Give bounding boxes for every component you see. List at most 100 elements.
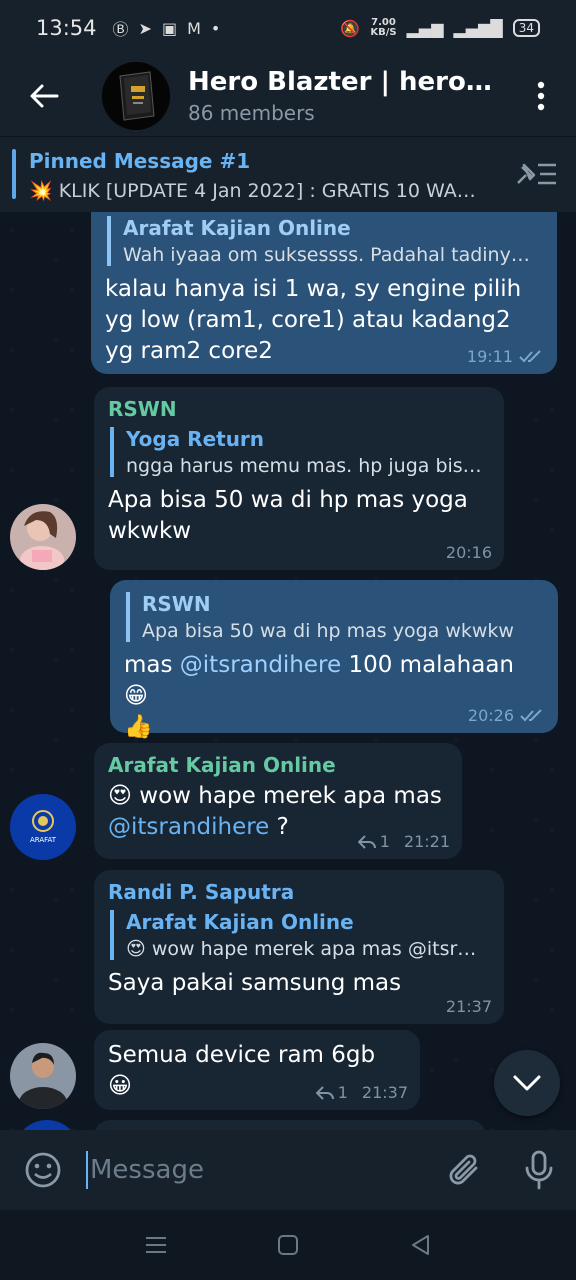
- sender-name: Randi P. Saputra: [108, 880, 295, 904]
- more-options-button[interactable]: [506, 56, 576, 136]
- product-box-icon: [102, 62, 170, 130]
- reply-sender: Arafat Kajian Online: [126, 910, 354, 934]
- reply-sender: Arafat Kajian Online: [123, 216, 351, 240]
- message-text-part: mas: [124, 652, 180, 678]
- reply-preview[interactable]: RSWN Apa bisa 50 wa di hp mas yoga wkwkw: [126, 592, 544, 642]
- group-avatar[interactable]: [102, 62, 170, 130]
- message-bubble[interactable]: Arafat Kajian Online 😍 wow hape merek ap…: [94, 743, 462, 859]
- reply-arrow-icon: [315, 1085, 334, 1100]
- system-nav-bar: [0, 1210, 576, 1280]
- message-text: Apa bisa 50 wa di hp mas yoga wkwkw: [108, 487, 468, 544]
- pinned-list-button[interactable]: [514, 159, 558, 193]
- message-bubble[interactable]: RSWN Yoga Return ngga harus memu mas. hp…: [94, 387, 504, 570]
- sender-name: Arafat Kajian Online: [108, 753, 336, 777]
- battery-icon: 34: [512, 19, 540, 37]
- message-time: 21:37: [445, 997, 492, 1016]
- voice-message-button[interactable]: [502, 1130, 576, 1210]
- reply-text: ngga harus memu mas. hp juga bis…: [126, 455, 482, 477]
- message-list[interactable]: Arafat Kajian Online Wah iyaaa om sukses…: [0, 212, 576, 1130]
- paperclip-icon: [449, 1154, 478, 1185]
- text-cursor: [86, 1151, 88, 1189]
- reply-arrow-icon: [357, 834, 376, 849]
- net-speed-unit: KB/S: [370, 27, 397, 38]
- reply-text: 😍 wow hape merek apa mas @itsr…: [126, 938, 477, 960]
- dot-icon: •: [210, 18, 221, 38]
- reply-preview[interactable]: Arafat Kajian Online 😍 wow hape merek ap…: [110, 910, 490, 960]
- briefcase-icon: ▣: [161, 18, 178, 38]
- mention-link[interactable]: @itsrandihere: [180, 652, 341, 678]
- message-time: 20:16: [445, 543, 492, 562]
- pinned-indicator: [12, 149, 16, 199]
- smiley-icon: [25, 1152, 61, 1188]
- message-time: 19:11: [466, 347, 513, 366]
- chat-title: Hero Blazter | herobla…: [188, 67, 498, 97]
- message-bubble[interactable]: RSWN Apa bisa 50 wa di hp mas yoga wkwkw…: [110, 580, 558, 740]
- avatar-arafat[interactable]: ARAFAT: [10, 794, 76, 860]
- member-count: 86 members: [188, 101, 315, 125]
- status-right: 🔕 7.00 KB/S ▂▄▆ ▂▄▆█ 34: [340, 18, 540, 38]
- thumbs-up-emoji: 👍: [124, 714, 153, 740]
- net-speed: 7.00 KB/S: [370, 18, 396, 38]
- message-bubble[interactable]: Semua device ram 6gb 😀 1 21:37: [94, 1030, 420, 1110]
- reply-sender: RSWN: [142, 592, 211, 616]
- message-meta: 19:11: [467, 347, 545, 366]
- emoji-button[interactable]: [0, 1130, 86, 1210]
- more-vertical-icon: [537, 81, 545, 111]
- message-time: 21:21: [403, 832, 450, 851]
- message-text: Saya pakai samsung mas: [108, 970, 402, 996]
- reply-count[interactable]: 1: [357, 832, 390, 851]
- home-icon[interactable]: [277, 1234, 299, 1256]
- message-meta: 20:26: [468, 706, 546, 725]
- message-meta: 21:37: [446, 997, 492, 1016]
- user-photo-icon: [10, 504, 76, 570]
- pinned-text: 💥 KLIK [UPDATE 4 Jan 2022] : GRATIS 10 W…: [29, 180, 476, 202]
- recent-apps-icon[interactable]: [145, 1235, 167, 1255]
- message-time: 21:37: [361, 1083, 408, 1102]
- signal-icon: ▂▄▆: [406, 18, 444, 38]
- back-button[interactable]: [0, 56, 88, 136]
- pin-list-icon: [517, 163, 556, 185]
- chevron-down-icon: [513, 1075, 541, 1091]
- chat-title-area[interactable]: Hero Blazter | herobla… 86 members: [188, 67, 498, 125]
- message-bubble[interactable]: Arafat Kajian Online Wah iyaaa om sukses…: [91, 212, 557, 374]
- message-bubble[interactable]: Randi P. Saputra Arafat Kajian Online 😍 …: [94, 870, 504, 1024]
- arafat-logo-text: ARAFAT: [29, 836, 57, 844]
- pinned-title: Pinned Message #1: [29, 149, 251, 173]
- pinned-message-bar[interactable]: Pinned Message #1 💥 KLIK [UPDATE 4 Jan 2…: [0, 136, 576, 212]
- reply-text: Apa bisa 50 wa di hp mas yoga wkwkw: [142, 620, 514, 642]
- scroll-to-bottom-button[interactable]: [494, 1050, 560, 1116]
- back-nav-icon[interactable]: [409, 1234, 431, 1256]
- gmail-icon: M: [187, 18, 201, 38]
- reply-preview[interactable]: Arafat Kajian Online Wah iyaaa om sukses…: [107, 216, 543, 266]
- status-bar: 13:54 Ⓑ ➤ ▣ M • 🔕 7.00 KB/S ▂▄▆ ▂▄▆█ 34: [0, 0, 576, 56]
- arafat-logo-icon: [10, 794, 76, 860]
- double-check-icon: [520, 708, 542, 721]
- reply-count[interactable]: 1: [315, 1083, 348, 1102]
- status-left: 13:54 Ⓑ ➤ ▣ M •: [36, 16, 220, 40]
- attach-button[interactable]: [428, 1130, 502, 1210]
- message-bubble[interactable]: [94, 1120, 486, 1130]
- message-time: 20:26: [467, 706, 514, 725]
- message-composer: Message: [0, 1130, 576, 1210]
- status-time: 13:54: [36, 16, 97, 40]
- message-input[interactable]: Message: [86, 1130, 428, 1210]
- message-meta: 1 21:21: [357, 832, 450, 851]
- avatar-arafat[interactable]: [14, 1120, 80, 1130]
- arrow-left-icon: [30, 84, 59, 108]
- message-meta: 20:16: [446, 543, 492, 562]
- reply-sender: Yoga Return: [126, 427, 265, 451]
- double-check-icon: [519, 349, 541, 362]
- sender-name: RSWN: [108, 397, 177, 421]
- reply-preview[interactable]: Yoga Return ngga harus memu mas. hp juga…: [110, 427, 490, 477]
- avatar-rswn[interactable]: [10, 504, 76, 570]
- telegram-icon: ➤: [138, 18, 152, 38]
- message-input-placeholder: Message: [90, 1155, 204, 1185]
- b-notification-icon: Ⓑ: [112, 20, 129, 39]
- mute-icon: 🔕: [340, 18, 361, 38]
- mention-link[interactable]: @itsrandihere: [108, 814, 269, 840]
- reply-count-value: 1: [379, 832, 390, 851]
- avatar-randi[interactable]: [10, 1043, 76, 1109]
- chat-header: Hero Blazter | herobla… 86 members: [0, 56, 576, 136]
- message-meta: 1 21:37: [315, 1083, 408, 1102]
- reply-text: Wah iyaaa om suksessss. Padahal tadiny…: [123, 244, 530, 266]
